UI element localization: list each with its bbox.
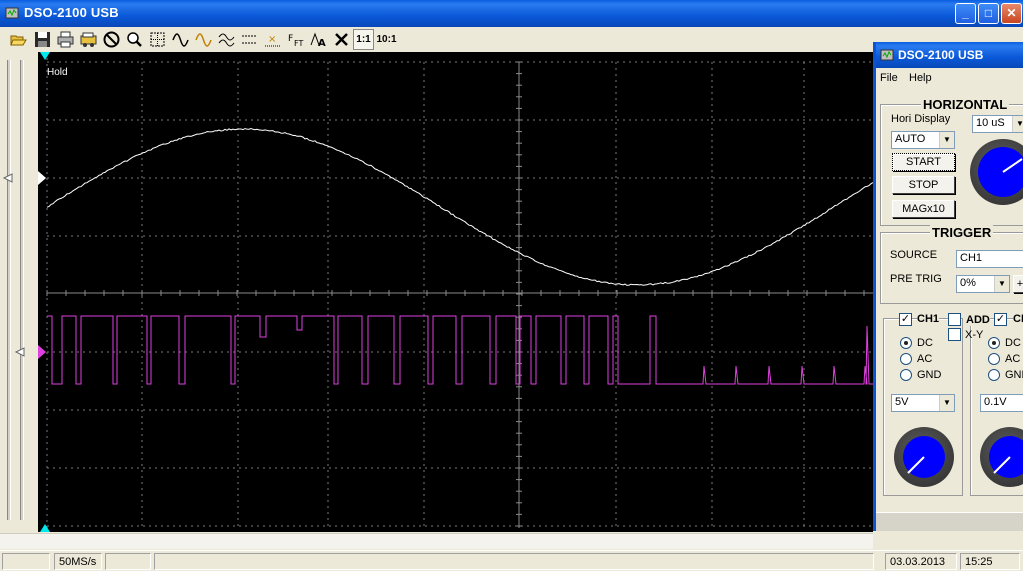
ch1-checkbox[interactable]: ✓ [899, 313, 912, 326]
ch2-level-marker [38, 345, 46, 359]
open-icon[interactable] [8, 29, 29, 50]
svg-text:FT: FT [294, 39, 303, 48]
ch2-volts-select[interactable]: 0.1V [980, 394, 1023, 412]
ch1-dc-radio[interactable] [900, 337, 912, 349]
trigger-title: TRIGGER [930, 225, 993, 240]
status-cell [154, 553, 874, 570]
slider-thumbs[interactable] [0, 52, 36, 532]
toolbar: × F FT A 1:1 10:1 [0, 27, 1023, 52]
timebase-knob[interactable] [970, 139, 1023, 205]
wave-color-icon[interactable] [193, 29, 214, 50]
marker-icon[interactable]: × [262, 29, 283, 50]
save-icon[interactable] [32, 29, 53, 50]
clear-icon[interactable] [331, 29, 352, 50]
ratio-1-button[interactable]: 1:1 [353, 29, 374, 50]
ch2-ac-label: AC [1005, 353, 1020, 365]
level-slider[interactable] [0, 52, 36, 532]
chevron-down-icon: ▼ [994, 276, 1009, 292]
ch1-ac-radio[interactable] [900, 353, 912, 365]
stop-icon[interactable] [101, 29, 122, 50]
ch2-ac-radio[interactable] [988, 353, 1000, 365]
chevron-down-icon: ▼ [939, 132, 954, 148]
scope-grid [38, 52, 873, 532]
stop-button[interactable]: STOP [892, 176, 955, 194]
svg-text:×: × [268, 34, 276, 45]
status-cell [2, 553, 50, 570]
print-preview-icon[interactable] [78, 29, 99, 50]
window-title: DSO-2100 USB [24, 5, 119, 20]
xy-label: X-Y [965, 329, 983, 341]
panel-menubar: File Help [876, 68, 1023, 88]
ch2-gnd-label: GND [1005, 369, 1023, 381]
ch1-trace [47, 129, 873, 286]
status-cell [105, 553, 151, 570]
app-icon [879, 47, 895, 63]
panel-footer [876, 512, 1023, 531]
print-icon[interactable] [55, 29, 76, 50]
fft-icon[interactable]: F FT [285, 29, 306, 50]
sample-rate: 50MS/s [54, 553, 102, 570]
ch2-dc-radio[interactable] [988, 337, 1000, 349]
add-label: ADD [966, 314, 990, 326]
ch2-volts-knob[interactable] [980, 427, 1023, 487]
pretrig-label: PRE TRIG [890, 273, 942, 285]
scope-display[interactable]: Hold [38, 52, 873, 532]
status-bar: 50MS/s 03.03.2013 15:25 [0, 550, 1023, 571]
ch2-checkbox[interactable]: ✓ [994, 313, 1007, 326]
sine-icon[interactable] [170, 29, 191, 50]
start-button[interactable]: START [892, 153, 955, 171]
chevron-down-icon: ▼ [1012, 116, 1023, 132]
maximize-button[interactable]: □ [978, 3, 999, 24]
add-checkbox[interactable] [948, 313, 961, 326]
panel-title-bar: DSO-2100 USB [876, 42, 1023, 68]
panel-title: DSO-2100 USB [898, 48, 983, 62]
pretrig-plus-button[interactable]: + [1013, 275, 1023, 293]
zoom-icon[interactable] [124, 29, 145, 50]
control-panel-window: DSO-2100 USB File Help HORIZONTAL Hori D… [873, 42, 1023, 531]
title-bar: DSO-2100 USB _ □ ✕ [0, 0, 1023, 27]
status-date: 03.03.2013 [885, 553, 957, 570]
ratio-10-button[interactable]: 10:1 [376, 29, 397, 50]
source-label: SOURCE [890, 249, 937, 261]
ch1-level-marker [38, 171, 46, 185]
grid-icon[interactable] [147, 29, 168, 50]
ch2-label: CH [1013, 313, 1023, 325]
close-button[interactable]: ✕ [1001, 3, 1022, 24]
app-icon [4, 5, 20, 21]
ch1-gnd-label: GND [917, 369, 941, 381]
ch2-gnd-radio[interactable] [988, 369, 1000, 381]
hori-display-label: Hori Display [891, 113, 950, 125]
horizontal-scrollbar[interactable] [0, 533, 873, 549]
ch1-volts-select[interactable]: 5V ▼ [891, 394, 955, 412]
trigger-mode-select[interactable]: AUTO ▼ [891, 131, 955, 149]
cursor-lines-icon[interactable] [239, 29, 260, 50]
ch1-volts-knob[interactable] [894, 427, 954, 487]
minimize-button[interactable]: _ [955, 3, 976, 24]
chevron-down-icon: ▼ [939, 395, 954, 411]
horizontal-title: HORIZONTAL [921, 97, 1009, 112]
ch2-dc-label: DC [1005, 337, 1021, 349]
pretrig-select[interactable]: 0% ▼ [956, 275, 1010, 293]
menu-file[interactable]: File [880, 72, 898, 84]
menu-help[interactable]: Help [909, 72, 932, 84]
overlay-waves-icon[interactable] [216, 29, 237, 50]
hold-status: Hold [47, 67, 68, 78]
ch1-gnd-radio[interactable] [900, 369, 912, 381]
status-time: 15:25 [960, 553, 1020, 570]
ch1-ac-label: AC [917, 353, 932, 365]
mag-button[interactable]: MAGx10 [892, 200, 955, 218]
svg-text:A: A [318, 38, 326, 48]
timebase-select[interactable]: 10 uS ▼ [972, 115, 1023, 133]
ch1-label: CH1 [917, 313, 939, 325]
trigger-group [880, 232, 1023, 304]
measure-icon[interactable]: A [308, 29, 329, 50]
svg-text:F: F [288, 34, 293, 44]
xy-checkbox[interactable] [948, 328, 961, 341]
ch2-trace [47, 316, 873, 384]
trigger-position-marker [40, 52, 50, 60]
ch1-dc-label: DC [917, 337, 933, 349]
time-marker [40, 524, 50, 532]
trigger-source-select[interactable]: CH1 [956, 250, 1023, 268]
